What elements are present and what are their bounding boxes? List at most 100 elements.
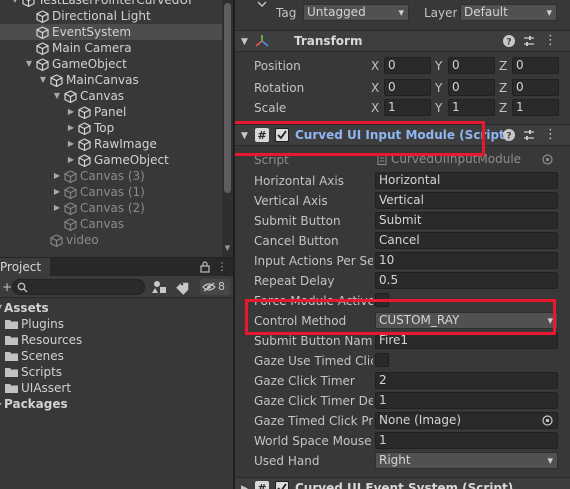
transform-x-field[interactable]: 0 bbox=[384, 79, 431, 96]
presets-icon[interactable] bbox=[522, 128, 536, 142]
collapsed-arrow-icon[interactable]: ▶ bbox=[52, 168, 62, 184]
axis-z-label: Z bbox=[499, 59, 508, 73]
hierarchy-scrollbar[interactable]: ▼ bbox=[222, 0, 233, 257]
create-dropdown-button[interactable]: + bbox=[2, 280, 12, 294]
collapsed-arrow-icon[interactable]: ▶ bbox=[66, 120, 76, 136]
field-input[interactable]: 1 bbox=[375, 432, 558, 449]
collapsed-arrow-icon[interactable]: ▶ bbox=[66, 136, 76, 152]
hierarchy-item[interactable]: ▼ TestLaserPointerCurvedUI bbox=[0, 0, 222, 8]
script-hash-icon: # bbox=[255, 481, 269, 489]
event-system-title: Curved UI Event System (Script) bbox=[295, 481, 514, 489]
field-input[interactable]: Horizontal bbox=[375, 172, 558, 189]
component-menu-icon[interactable]: ⋮ bbox=[544, 127, 557, 143]
transform-title: Transform bbox=[294, 34, 363, 48]
transform-y-field[interactable]: 1 bbox=[448, 99, 495, 116]
hierarchy-item[interactable]: ▼ GameObject bbox=[0, 56, 222, 72]
expanded-arrow-icon[interactable]: ▼ bbox=[24, 56, 34, 72]
tag-dropdown[interactable]: Untagged bbox=[303, 4, 409, 21]
hierarchy-item[interactable]: ▼ Canvas bbox=[0, 88, 222, 104]
collapsed-arrow-icon[interactable]: ▶ bbox=[66, 152, 76, 168]
search-by-type-icon[interactable] bbox=[152, 279, 168, 295]
tab-project[interactable]: Project bbox=[0, 258, 50, 276]
gameobject-cube-icon bbox=[64, 170, 77, 183]
hierarchy-item[interactable]: Main Camera bbox=[0, 40, 222, 56]
foldout-arrow-icon[interactable]: ▼ bbox=[241, 34, 248, 50]
help-icon[interactable]: ? bbox=[502, 34, 516, 48]
object-picker-icon[interactable] bbox=[542, 415, 553, 426]
hierarchy-item[interactable]: Canvas bbox=[0, 216, 222, 232]
transform-component-header[interactable]: ▼ Transform ? ⋮ bbox=[235, 30, 570, 52]
field-input[interactable]: Vertical bbox=[375, 192, 558, 209]
project-item-label: Plugins bbox=[21, 317, 64, 331]
component-menu-icon[interactable]: ⋮ bbox=[544, 33, 557, 49]
collapsed-arrow-icon[interactable]: ▶ bbox=[52, 200, 62, 216]
event-system-enabled-checkbox[interactable] bbox=[275, 481, 289, 489]
field-input[interactable]: 2 bbox=[375, 372, 558, 389]
transform-y-field[interactable]: 0 bbox=[448, 79, 495, 96]
field-input[interactable]: Submit bbox=[375, 212, 558, 229]
transform-x-field[interactable]: 0 bbox=[384, 57, 431, 74]
hierarchy-item[interactable]: ▶ Canvas (2) bbox=[0, 200, 222, 216]
hierarchy-item[interactable]: ▼ MainCanvas bbox=[0, 72, 222, 88]
project-search-box[interactable] bbox=[12, 279, 145, 295]
transform-y-field[interactable]: 0 bbox=[448, 57, 495, 74]
transform-z-field[interactable]: 0 bbox=[512, 79, 559, 96]
field-label: World Space Mouse Sensitivity bbox=[254, 434, 373, 448]
field-object-reference[interactable]: None (Image) bbox=[375, 412, 558, 429]
object-picker-icon[interactable] bbox=[542, 154, 553, 165]
kebab-menu-icon[interactable]: ⋮ bbox=[216, 259, 228, 275]
collapsed-arrow-icon[interactable]: ▶ bbox=[52, 184, 62, 200]
field-checkbox[interactable] bbox=[375, 353, 389, 367]
hierarchy-item[interactable]: ▶ Top bbox=[0, 120, 222, 136]
transform-z-field[interactable]: 0 bbox=[512, 57, 559, 74]
help-icon[interactable]: ? bbox=[502, 128, 516, 142]
hierarchy-scrollbar-thumb[interactable] bbox=[224, 3, 231, 193]
svg-text:#: # bbox=[257, 482, 266, 489]
field-label: Repeat Delay bbox=[254, 274, 335, 288]
layer-dropdown[interactable]: Default bbox=[460, 4, 557, 21]
field-label: Submit Button bbox=[254, 214, 341, 228]
hierarchy-item[interactable]: ▶ GameObject bbox=[0, 152, 222, 168]
gameobject-cube-icon bbox=[78, 138, 91, 151]
hierarchy-item-label: Directional Light bbox=[52, 9, 151, 23]
hierarchy-item[interactable]: video bbox=[0, 232, 222, 248]
hidden-packages-toggle[interactable]: 8 bbox=[200, 279, 230, 295]
axis-y-label: Y bbox=[435, 59, 443, 73]
lock-icon[interactable] bbox=[200, 261, 210, 273]
hierarchy-item[interactable]: ▶ Panel bbox=[0, 104, 222, 120]
hierarchy-item[interactable]: ▶ Canvas (1) bbox=[0, 184, 222, 200]
field-input[interactable]: 10 bbox=[375, 252, 558, 269]
field-value: None (Image) bbox=[379, 413, 462, 427]
hierarchy-item[interactable]: ▶ Canvas (3) bbox=[0, 168, 222, 184]
settings-dropdown-icon[interactable] bbox=[255, 0, 269, 12]
axis-y-label: Y bbox=[435, 81, 443, 95]
checkmark-icon bbox=[277, 483, 287, 489]
layer-label: Layer bbox=[424, 6, 458, 20]
eye-slash-icon bbox=[202, 282, 216, 292]
field-input[interactable]: Cancel bbox=[375, 232, 558, 249]
expanded-arrow-icon[interactable]: ▼ bbox=[10, 0, 20, 8]
hierarchy-item[interactable]: ▶ RawImage bbox=[0, 136, 222, 152]
field-dropdown[interactable]: Right bbox=[375, 452, 558, 469]
foldout-arrow-icon[interactable]: ▶ bbox=[241, 481, 248, 489]
hierarchy-item[interactable]: Directional Light bbox=[0, 8, 222, 24]
presets-icon[interactable] bbox=[522, 34, 536, 48]
gameobject-cube-icon bbox=[64, 218, 77, 231]
search-by-label-icon[interactable] bbox=[176, 279, 192, 295]
event-system-component-header[interactable]: ▶ # Curved UI Event System (Script) bbox=[235, 477, 570, 489]
field-input[interactable]: 1 bbox=[375, 392, 558, 409]
hierarchy-item-label: GameObject bbox=[52, 57, 127, 71]
transform-z-field[interactable]: 1 bbox=[512, 99, 559, 116]
axis-x-label: X bbox=[371, 59, 380, 73]
hidden-packages-count: 8 bbox=[218, 280, 225, 293]
scroll-down-arrow-icon[interactable]: ▼ bbox=[223, 244, 232, 253]
expanded-arrow-icon[interactable]: ▼ bbox=[38, 72, 48, 88]
tag-value: Untagged bbox=[307, 5, 366, 19]
collapsed-arrow-icon[interactable]: ▶ bbox=[66, 104, 76, 120]
expanded-arrow-icon[interactable]: ▼ bbox=[52, 88, 62, 104]
hierarchy-item[interactable]: EventSystem bbox=[0, 24, 222, 40]
project-search-input[interactable] bbox=[31, 280, 141, 294]
transform-x-field[interactable]: 1 bbox=[384, 99, 431, 116]
field-input[interactable]: 0.5 bbox=[375, 272, 558, 289]
layer-value: Default bbox=[464, 5, 508, 19]
